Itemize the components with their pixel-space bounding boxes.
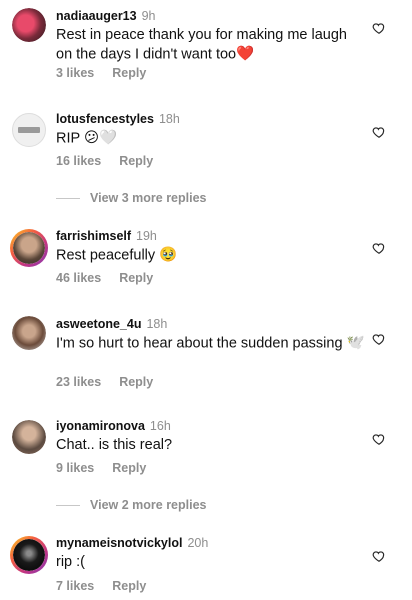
reply-button[interactable]: Reply <box>119 375 153 389</box>
comment-actions: 46 likes Reply <box>56 271 171 285</box>
heart-outline-icon[interactable] <box>372 549 386 563</box>
comment-text: Chat.. is this real? <box>56 436 356 455</box>
comment-text: rip :( <box>56 553 356 572</box>
comment-time: 18h <box>158 112 180 126</box>
heart-outline-icon[interactable] <box>372 241 386 255</box>
reply-button[interactable]: Reply <box>119 154 153 168</box>
reply-button[interactable]: Reply <box>119 271 153 285</box>
comment-username[interactable]: farrishimself <box>56 229 131 243</box>
comment-username[interactable]: asweetone_4u <box>56 317 141 331</box>
view-more-replies[interactable]: View 3 more replies <box>56 191 207 205</box>
heart-outline-icon[interactable] <box>372 21 386 35</box>
comment-time: 18h <box>146 317 168 331</box>
comment-meta: asweetone_4u 18h <box>56 316 167 332</box>
reply-button[interactable]: Reply <box>112 66 146 80</box>
comment-text: I'm so hurt to hear about the sudden pas… <box>56 334 366 353</box>
heart-outline-icon[interactable] <box>372 332 386 346</box>
view-more-label[interactable]: View 3 more replies <box>90 191 207 205</box>
comment-username[interactable]: mynameisnotvickylol <box>56 536 182 550</box>
likes-count[interactable]: 3 likes <box>56 66 94 80</box>
comment-body: Chat.. is this real? <box>56 437 173 453</box>
heart-outline-icon[interactable] <box>372 432 386 446</box>
divider <box>56 504 80 506</box>
comment-actions: 23 likes Reply <box>56 375 171 389</box>
likes-count[interactable]: 9 likes <box>56 461 94 475</box>
view-more-replies[interactable]: View 2 more replies <box>56 498 207 512</box>
comment-username[interactable]: lotusfencestyles <box>56 112 154 126</box>
comment-meta: iyonamironova 16h <box>56 418 171 434</box>
avatar[interactable] <box>10 229 48 267</box>
avatar[interactable] <box>12 420 46 454</box>
likes-count[interactable]: 16 likes <box>56 154 101 168</box>
avatar[interactable] <box>10 536 48 574</box>
comment-actions: 9 likes Reply <box>56 461 164 475</box>
avatar[interactable] <box>12 316 46 350</box>
comment-username[interactable]: iyonamironova <box>56 419 145 433</box>
comment-meta: lotusfencestyles 18h <box>56 111 180 127</box>
heart-outline-icon[interactable] <box>372 125 386 139</box>
heart-emoji: ❤️ <box>236 46 255 62</box>
divider <box>56 197 80 199</box>
dove-emoji: 🕊️ <box>346 335 365 351</box>
avatar[interactable] <box>12 113 46 147</box>
comment-meta: farrishimself 19h <box>56 228 157 244</box>
comment-actions: 3 likes Reply <box>56 66 164 80</box>
comment-body: Rest in peace thank you for making me la… <box>56 27 347 63</box>
comment-actions: 16 likes Reply <box>56 154 171 168</box>
comment-meta: nadiaauger13 9h <box>56 8 156 24</box>
comment-text: RIP 😕🤍 <box>56 129 356 148</box>
comment-time: 19h <box>136 229 157 243</box>
comment-time: 9h <box>141 9 156 23</box>
likes-count[interactable]: 46 likes <box>56 271 101 285</box>
emoji: 😕🤍 <box>83 130 118 146</box>
reply-button[interactable]: Reply <box>112 579 146 593</box>
avatar[interactable] <box>12 8 46 42</box>
comment-username[interactable]: nadiaauger13 <box>56 9 137 23</box>
comment-body: rip :( <box>56 554 85 570</box>
comment-body: Rest peacefully <box>56 247 156 264</box>
comment-text: Rest in peace thank you for making me la… <box>56 26 356 64</box>
likes-count[interactable]: 23 likes <box>56 375 101 389</box>
comment-meta: mynameisnotvickylol 20h <box>56 535 208 551</box>
comment-actions: 7 likes Reply <box>56 579 164 593</box>
comment-time: 16h <box>149 419 171 433</box>
comment-body: RIP <box>56 130 80 147</box>
comment-body: I'm so hurt to hear about the sudden pas… <box>56 335 343 352</box>
view-more-label[interactable]: View 2 more replies <box>90 498 207 512</box>
emoji: 🥹 <box>159 247 178 263</box>
comment-text: Rest peacefully 🥹 <box>56 246 356 265</box>
likes-count[interactable]: 7 likes <box>56 579 94 593</box>
comment-time: 20h <box>187 536 209 550</box>
reply-button[interactable]: Reply <box>112 461 146 475</box>
